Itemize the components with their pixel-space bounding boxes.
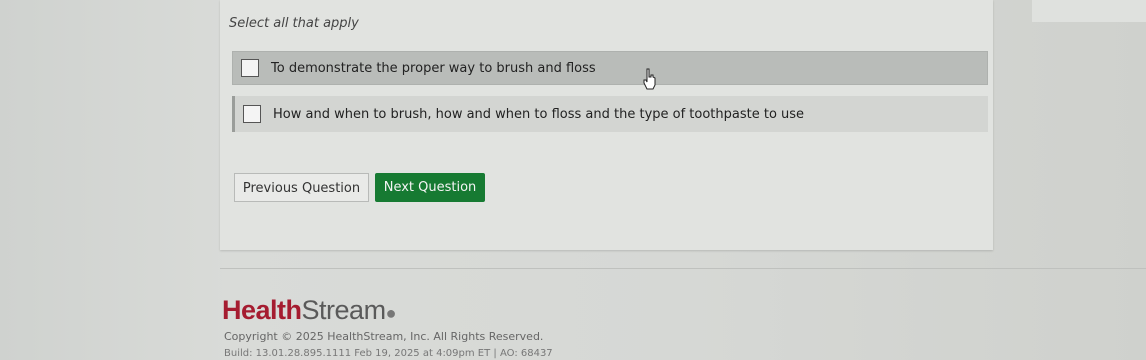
answer-option-2[interactable]: How and when to brush, how and when to f… <box>232 96 988 132</box>
build-info: Build: 13.01.28.895.1111 Feb 19, 2025 at… <box>224 348 553 359</box>
checkbox-icon[interactable] <box>243 105 261 123</box>
logo-stream: Stream <box>301 295 387 325</box>
logo-dot: ● <box>385 303 397 323</box>
footer-divider <box>220 268 1146 269</box>
answer-option-label: To demonstrate the proper way to brush a… <box>271 60 596 76</box>
healthstream-logo: HealthStream● <box>222 295 396 326</box>
copyright-text: Copyright © 2025 HealthStream, Inc. All … <box>224 330 544 343</box>
answer-option-label: How and when to brush, how and when to f… <box>273 106 805 122</box>
previous-question-button[interactable]: Previous Question <box>234 173 369 202</box>
next-question-button[interactable]: Next Question <box>375 173 485 202</box>
answer-option-1[interactable]: To demonstrate the proper way to brush a… <box>232 51 988 85</box>
checkbox-icon[interactable] <box>241 59 259 77</box>
question-instruction: Select all that apply <box>229 16 359 31</box>
logo-health: Health <box>222 295 302 325</box>
top-right-panel <box>1032 0 1146 22</box>
hand-cursor-icon <box>643 68 656 90</box>
